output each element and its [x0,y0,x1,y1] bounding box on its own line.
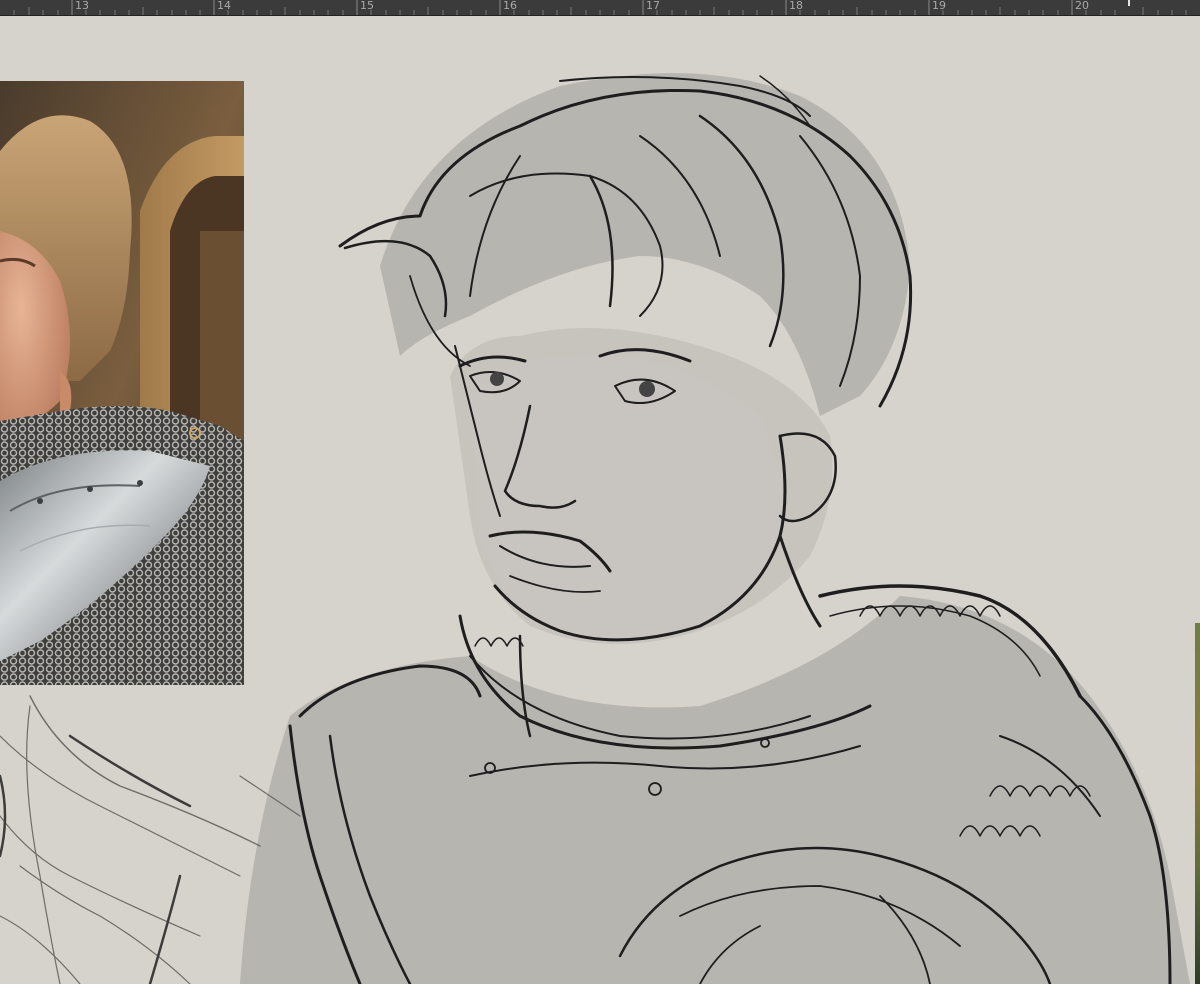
drawing-app: 13 14 15 16 17 18 19 20 [0,0,1200,984]
ruler-label-16: 16 [503,0,517,12]
ruler-ticks [13,0,1187,15]
ruler-cursor-marker [1128,0,1130,6]
drawing-canvas[interactable] [0,16,1200,984]
ruler-label-20: 20 [1075,0,1089,12]
ruler-label-14: 14 [217,0,231,12]
horizontal-ruler[interactable]: 13 14 15 16 17 18 19 20 [0,0,1200,16]
ruler-label-17: 17 [646,0,660,12]
ruler-label-13: 13 [75,0,89,12]
sketch-artwork[interactable] [0,16,1200,984]
edge-reference-photo[interactable] [1195,623,1200,984]
ruler-label-18: 18 [789,0,803,12]
ruler-label-15: 15 [360,0,374,12]
ruler-label-19: 19 [932,0,946,12]
